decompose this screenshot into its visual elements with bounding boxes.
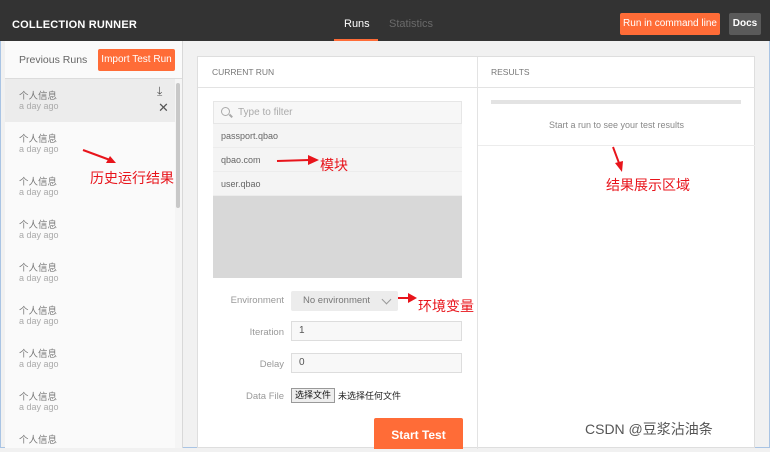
delay-label: Delay	[259, 359, 284, 370]
choose-file-button[interactable]: 选择文件	[291, 388, 335, 403]
run-name: 个人信息	[19, 220, 58, 231]
docs-button[interactable]: Docs	[729, 13, 761, 35]
column-divider	[477, 57, 478, 449]
run-name: 个人信息	[19, 435, 58, 446]
run-in-command-line-button[interactable]: Run in command line	[620, 13, 720, 35]
sidebar: Previous Runs Import Test Run 个人信息 a day…	[5, 41, 183, 448]
previous-runs-label[interactable]: Previous Runs	[19, 54, 87, 66]
tab-statistics[interactable]: Statistics	[389, 18, 433, 30]
results-heading: RESULTS	[478, 57, 755, 88]
chevron-down-icon	[381, 294, 392, 305]
environment-label: Environment	[230, 295, 284, 306]
collection-item[interactable]: user.qbao	[213, 172, 462, 196]
run-name: 个人信息	[19, 177, 58, 188]
run-name: 个人信息	[19, 263, 58, 274]
iteration-field[interactable]: 1	[291, 321, 462, 341]
run-name: 个人信息	[19, 349, 58, 360]
filter-field[interactable]: Type to filter	[213, 101, 462, 124]
environment-value: No environment	[303, 295, 371, 306]
watermark: CSDN @豆浆沾油条	[585, 421, 713, 437]
run-name: 个人信息	[19, 134, 58, 145]
results-empty-message: Start a run to see your test results	[548, 120, 685, 130]
run-item[interactable]: 个人信息 a day ago	[5, 337, 175, 381]
results-arrow-icon	[612, 146, 623, 172]
no-file-chosen-text: 未选择任何文件	[338, 391, 402, 401]
delay-field[interactable]: 0	[291, 353, 462, 373]
top-bar: COLLECTION RUNNER Runs Statistics Run in…	[0, 0, 770, 41]
start-test-button[interactable]: Start Test	[374, 418, 463, 449]
results-progress-bar	[491, 100, 741, 104]
annotation-results-area: 结果展示区域	[606, 177, 690, 193]
run-time: a day ago	[19, 230, 59, 240]
run-item[interactable]: 个人信息 a day ago	[5, 380, 175, 424]
import-test-run-button[interactable]: Import Test Run	[98, 49, 175, 71]
annotation-history: 历史运行结果	[90, 170, 174, 186]
collection-item[interactable]: passport.qbao	[213, 124, 462, 148]
collection-list: Type to filter passport.qbao qbao.com us…	[213, 101, 462, 278]
active-tab-indicator	[334, 39, 378, 41]
data-file-label: Data File	[245, 391, 284, 402]
filter-placeholder: Type to filter	[238, 107, 293, 118]
history-arrow-icon	[82, 149, 116, 163]
run-item[interactable]: 个人信息 a day ago ⤓ ✕	[5, 79, 175, 123]
annotation-module: 模块	[320, 157, 348, 173]
environment-select[interactable]: No environment	[291, 291, 398, 311]
env-arrow-icon	[398, 293, 417, 303]
current-run-heading: CURRENT RUN	[198, 57, 477, 88]
tab-runs[interactable]: Runs	[344, 18, 370, 30]
app-title: COLLECTION RUNNER	[12, 19, 138, 31]
run-time: a day ago	[19, 187, 59, 197]
run-name: 个人信息	[19, 392, 58, 403]
run-item[interactable]: 个人信息 a day ago	[5, 208, 175, 252]
run-time: a day ago	[19, 144, 59, 154]
run-item[interactable]: 个人信息	[5, 423, 175, 448]
run-time: a day ago	[19, 273, 59, 283]
sidebar-scrollbar[interactable]	[176, 83, 180, 208]
download-icon[interactable]: ⤓	[157, 84, 162, 99]
module-arrow-icon	[276, 155, 319, 165]
iteration-label: Iteration	[249, 327, 284, 338]
run-time: a day ago	[19, 359, 59, 369]
annotation-env-var: 环境变量	[418, 298, 474, 314]
run-item[interactable]: 个人信息 a day ago	[5, 294, 175, 338]
run-name: 个人信息	[19, 306, 58, 317]
run-time: a day ago	[19, 316, 59, 326]
run-time: a day ago	[19, 402, 59, 412]
runner-panel: CURRENT RUN RESULTS Type to filter passp…	[197, 56, 755, 449]
search-icon	[221, 107, 230, 116]
run-name: 个人信息	[19, 91, 58, 102]
sidebar-header: Previous Runs Import Test Run	[5, 41, 182, 79]
run-time: a day ago	[19, 101, 59, 111]
close-icon[interactable]: ✕	[158, 100, 169, 116]
run-item[interactable]: 个人信息 a day ago	[5, 251, 175, 295]
